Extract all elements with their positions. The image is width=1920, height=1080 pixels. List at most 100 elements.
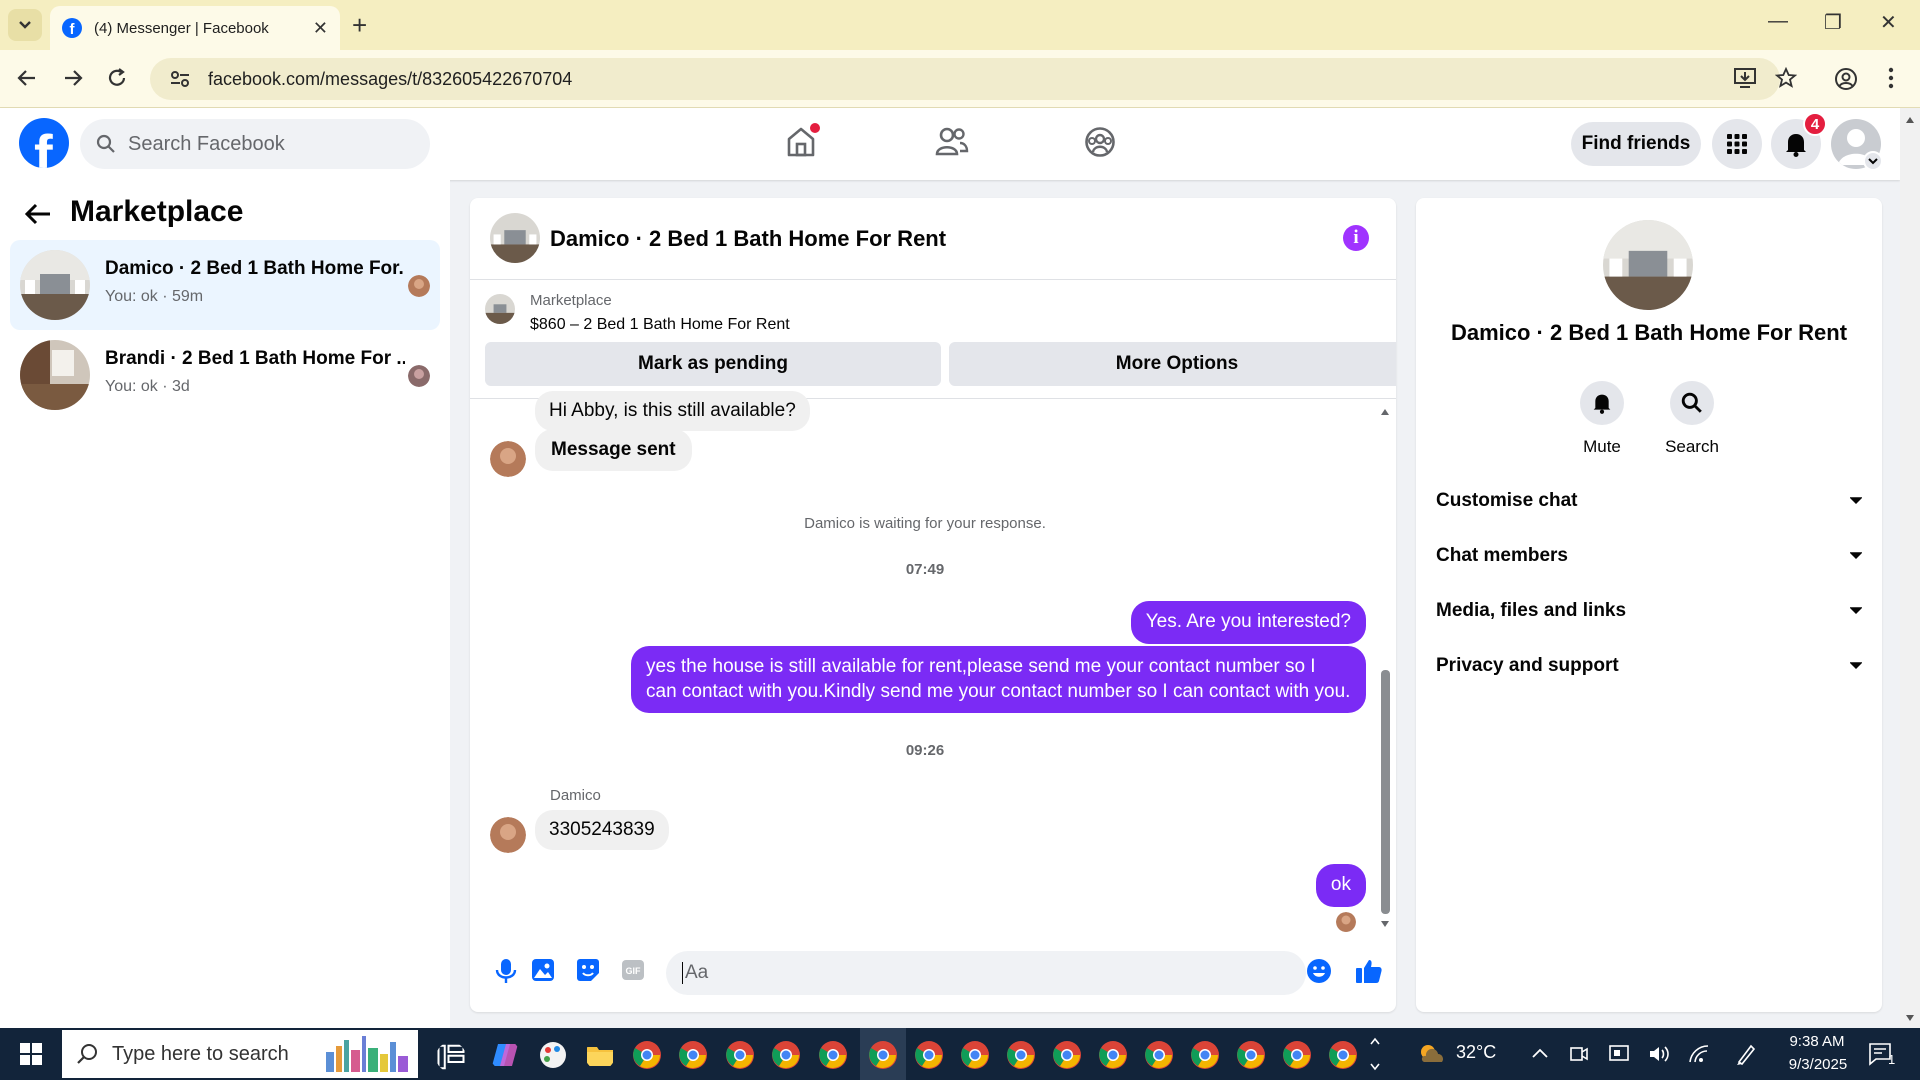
svg-text:GIF: GIF [626,966,642,976]
listing-description[interactable]: $860 – 2 Bed 1 Bath Home For Rent [530,316,790,334]
forward-arrow-icon[interactable] [62,67,84,89]
mute-button[interactable]: Mute [1557,381,1647,457]
chrome-icon[interactable] [914,1040,944,1070]
photo-icon[interactable] [531,958,555,982]
install-app-icon[interactable] [1733,67,1757,89]
gif-icon[interactable]: GIF [621,958,645,982]
account-chevron[interactable] [1863,151,1883,171]
contact-avatar[interactable] [490,441,526,477]
privacy-support-section[interactable]: Privacy and support [1436,646,1862,686]
chrome-icon[interactable] [771,1040,801,1070]
scroll-up-icon[interactable] [1905,116,1915,124]
message-input[interactable]: Aa [666,951,1306,995]
address-bar[interactable]: facebook.com/messages/t/832605422670704 [150,58,1780,100]
info-icon[interactable]: i [1343,225,1369,251]
waiting-notice: Damico is waiting for your response. [804,515,1046,532]
copilot-icon[interactable] [490,1040,520,1070]
tab-close-button[interactable]: ✕ [313,18,328,39]
meet-now-icon[interactable] [1570,1044,1588,1064]
chrome-icon[interactable] [1282,1040,1312,1070]
chat-header: Damico · 2 Bed 1 Bath Home For Rent i [470,198,1396,280]
chrome-icon[interactable] [1236,1040,1266,1070]
conversation-item[interactable]: Damico · 2 Bed 1 Bath Home For... You: o… [10,240,440,330]
more-options-button[interactable]: More Options [949,342,1396,386]
page-scrollbar[interactable] [1900,108,1920,1028]
chrome-icon[interactable] [632,1040,662,1070]
room-photo [490,213,540,263]
chrome-icon[interactable] [1052,1040,1082,1070]
chrome-icon[interactable] [818,1040,848,1070]
search-in-chat-button[interactable]: Search [1647,381,1737,457]
sender-name: Damico [550,787,601,804]
chrome-icon[interactable] [1328,1040,1358,1070]
scroll-down-icon[interactable] [1905,1014,1915,1022]
chrome-icon[interactable] [725,1040,755,1070]
taskbar-search-input[interactable]: Type here to search [62,1030,418,1078]
chevron-down-icon [1850,497,1862,505]
mute-label: Mute [1583,437,1621,456]
windows-start-icon[interactable] [20,1043,42,1065]
mark-as-pending-button[interactable]: Mark as pending [485,342,941,386]
tab-search-button[interactable] [8,9,42,41]
minimize-button[interactable]: — [1768,10,1788,33]
temperature[interactable]: 32°C [1456,1042,1496,1063]
display-icon[interactable] [1608,1043,1630,1065]
sticker-icon[interactable] [576,958,600,982]
conversation-item[interactable]: Brandi · 2 Bed 1 Bath Home For ... You: … [10,330,440,420]
find-friends-button[interactable]: Find friends [1571,122,1701,166]
scroll-thumb[interactable] [1381,670,1390,914]
clock-time[interactable]: 9:38 AM [1782,1033,1852,1050]
chat-members-section[interactable]: Chat members [1436,536,1862,576]
chrome-icon[interactable] [678,1040,708,1070]
pen-icon[interactable] [1735,1042,1757,1066]
paint-app-icon[interactable] [538,1040,568,1070]
like-thumb-icon[interactable] [1355,958,1383,984]
menu-button[interactable] [1712,119,1762,169]
chrome-icon[interactable] [1190,1040,1220,1070]
chrome-icon[interactable] [1006,1040,1036,1070]
taskbar-overflow-icon[interactable] [1370,1036,1380,1072]
bookmark-star-icon[interactable] [1775,67,1797,89]
browser-menu-icon[interactable] [1888,67,1894,89]
home-notification-dot [810,123,820,133]
clock-date[interactable]: 9/3/2025 [1778,1056,1858,1073]
microphone-icon[interactable] [495,958,517,984]
chrome-icon[interactable] [868,1040,898,1070]
chat-title[interactable]: Damico · 2 Bed 1 Bath Home For Rent [550,226,946,252]
file-explorer-icon[interactable] [585,1040,615,1070]
chat-thumbnail[interactable] [490,213,540,263]
facebook-search-input[interactable]: Search Facebook [80,119,430,169]
back-arrow-icon[interactable] [24,202,52,226]
groups-icon[interactable] [1084,126,1116,158]
text-caret [682,962,683,984]
media-files-links-section[interactable]: Media, files and links [1436,591,1862,631]
chrome-icon[interactable] [1144,1040,1174,1070]
friends-icon[interactable] [935,126,969,156]
profile-icon[interactable] [1834,67,1858,91]
close-window-button[interactable]: ✕ [1880,10,1897,35]
chrome-icon[interactable] [1098,1040,1128,1070]
seen-avatar [1336,912,1356,932]
scroll-down-icon[interactable] [1380,920,1390,928]
volume-icon[interactable] [1648,1044,1670,1064]
scroll-up-icon[interactable] [1380,408,1390,416]
back-arrow-icon[interactable] [16,67,38,89]
chat-scrollbar[interactable] [1378,408,1392,928]
reload-icon[interactable] [106,67,128,89]
marketplace-label: Marketplace [530,292,612,309]
browser-tab[interactable]: f (4) Messenger | Facebook ✕ [50,6,340,50]
weather-icon[interactable] [1416,1040,1446,1068]
new-tab-button[interactable]: + [352,10,367,41]
task-view-icon[interactable] [436,1042,466,1072]
restore-button[interactable]: ❐ [1824,10,1842,35]
wifi-icon[interactable] [1688,1044,1710,1064]
facebook-logo[interactable]: f [19,118,69,168]
emoji-icon[interactable] [1306,958,1332,984]
seen-avatar [408,275,430,297]
customise-chat-section[interactable]: Customise chat [1436,481,1862,521]
contact-avatar[interactable] [490,817,526,853]
chevron-up-icon[interactable] [1532,1048,1548,1058]
site-settings-icon[interactable] [170,70,190,88]
info-title: Damico · 2 Bed 1 Bath Home For Rent [1450,320,1848,345]
chrome-icon[interactable] [960,1040,990,1070]
